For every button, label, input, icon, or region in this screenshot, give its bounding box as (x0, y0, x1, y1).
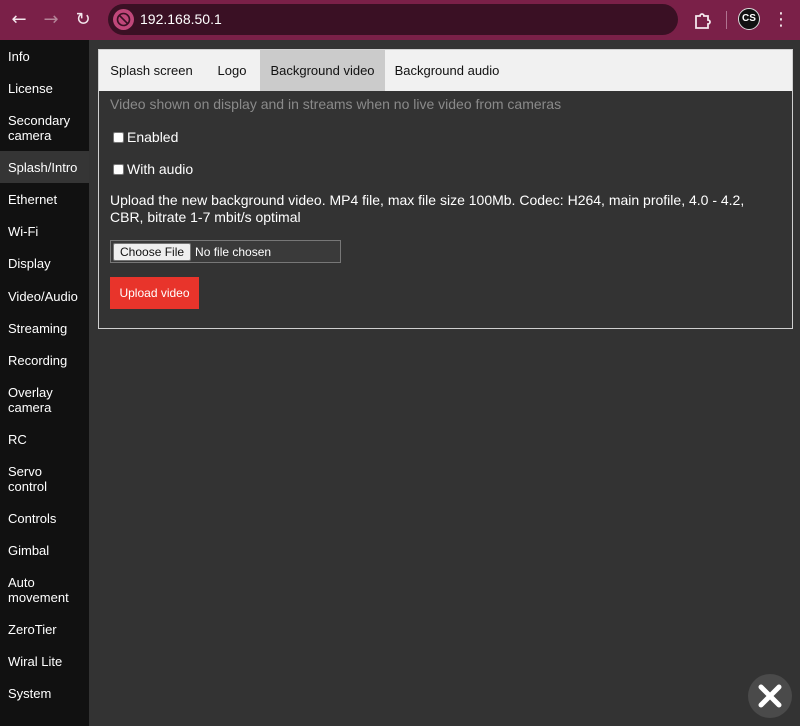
sidebar-item-servo-control[interactable]: Servo control (0, 455, 89, 502)
site-info-icon[interactable] (113, 9, 134, 30)
sidebar-item-label: Auto movement (8, 574, 69, 605)
extensions-puzzle-icon[interactable] (690, 8, 714, 32)
sidebar-item-license[interactable]: License (0, 72, 89, 104)
sidebar-item-label: ZeroTier (8, 621, 57, 637)
sidebar-item-label: Servo control (8, 463, 48, 494)
forward-arrow-icon[interactable]: → (39, 8, 63, 32)
back-arrow-icon[interactable]: ← (7, 8, 31, 32)
tab-logo[interactable]: Logo (204, 50, 260, 91)
sidebar-item-recording[interactable]: Recording (0, 344, 89, 376)
sidebar-item-wiral-lite[interactable]: Wiral Lite (0, 645, 89, 677)
sidebar-item-label: Recording (8, 352, 68, 368)
sidebar-item-label: Wiral Lite (8, 653, 63, 669)
with-audio-checkbox[interactable] (113, 163, 124, 175)
url-text: 192.168.50.1 (140, 11, 222, 27)
tab-bar: Splash screen Logo Background video Back… (99, 50, 792, 91)
sidebar-item-overlay-camera[interactable]: Overlay camera (0, 376, 89, 423)
sidebar-item-secondary-camera[interactable]: Secondary camera (0, 104, 89, 151)
tab-background-video[interactable]: Background video (260, 50, 385, 91)
close-button[interactable] (748, 674, 792, 718)
sidebar-item-label: Gimbal (8, 542, 50, 558)
sidebar-item-label: Splash/Intro (8, 159, 78, 175)
sidebar-item-label: Display (8, 256, 51, 271)
sidebar-item-label: Wi-Fi (8, 223, 39, 239)
enabled-label: Enabled (127, 129, 179, 145)
sidebar-item-label: RC (8, 431, 27, 447)
toolbar-divider (726, 11, 727, 29)
sidebar-item-label: Ethernet (8, 191, 58, 207)
with-audio-label: With audio (127, 161, 194, 177)
sidebar-item-splash-intro[interactable]: Splash/Intro (0, 151, 89, 183)
sidebar-item-label: Controls (8, 510, 57, 526)
profile-avatar[interactable]: CS (738, 8, 760, 30)
sidebar-item-rc[interactable]: RC (0, 423, 89, 455)
sidebar-item-system[interactable]: System (0, 677, 89, 710)
enabled-checkbox[interactable] (113, 131, 124, 143)
sidebar-item-label: Secondary camera (8, 112, 71, 143)
file-status-text: No file chosen (195, 244, 272, 259)
sidebar-item-wifi[interactable]: Wi-Fi (0, 215, 89, 247)
sidebar-item-label: License (8, 80, 53, 96)
sidebar-item-info[interactable]: Info (0, 40, 89, 72)
sidebar-item-label: Video/Audio (8, 288, 78, 304)
upload-video-button[interactable]: Upload video (110, 277, 199, 309)
sidebar-item-label: Info (8, 48, 30, 64)
sidebar-item-label: Streaming (8, 320, 68, 336)
tab-splash-screen[interactable]: Splash screen (99, 50, 204, 91)
background-video-panel: Splash screen Logo Background video Back… (98, 49, 793, 329)
section-hint: Video shown on display and in streams wh… (110, 96, 562, 112)
upload-instructions: Upload the new background video. MP4 fil… (110, 192, 745, 225)
sidebar-item-auto-movement[interactable]: Auto movement (0, 566, 89, 613)
with-audio-checkbox-row[interactable]: With audio (113, 161, 193, 177)
sidebar-nav: Info License Secondary camera Splash/Int… (0, 40, 89, 726)
enabled-checkbox-row[interactable]: Enabled (113, 129, 178, 145)
close-icon (758, 684, 782, 708)
choose-file-button[interactable]: Choose File (113, 242, 192, 261)
sidebar-item-ethernet[interactable]: Ethernet (0, 183, 89, 215)
kebab-menu-icon[interactable]: ⋮ (772, 8, 790, 32)
browser-toolbar: ← → ↻ 192.168.50.1 CS ⋮ (0, 0, 800, 40)
sidebar-item-streaming[interactable]: Streaming (0, 312, 89, 344)
sidebar-item-controls[interactable]: Controls (0, 502, 89, 534)
tab-background-audio[interactable]: Background audio (385, 50, 509, 91)
sidebar-item-label: Overlay camera (8, 384, 53, 415)
sidebar-item-zerotier[interactable]: ZeroTier (0, 613, 89, 645)
sidebar-item-display[interactable]: Display (0, 247, 89, 280)
sidebar-item-label: System (8, 686, 52, 701)
address-bar[interactable]: 192.168.50.1 (108, 4, 678, 35)
file-input[interactable]: Choose File No file chosen (110, 240, 341, 263)
reload-icon[interactable]: ↻ (71, 8, 95, 32)
sidebar-item-video-audio[interactable]: Video/Audio (0, 280, 89, 312)
sidebar-item-gimbal[interactable]: Gimbal (0, 534, 89, 566)
